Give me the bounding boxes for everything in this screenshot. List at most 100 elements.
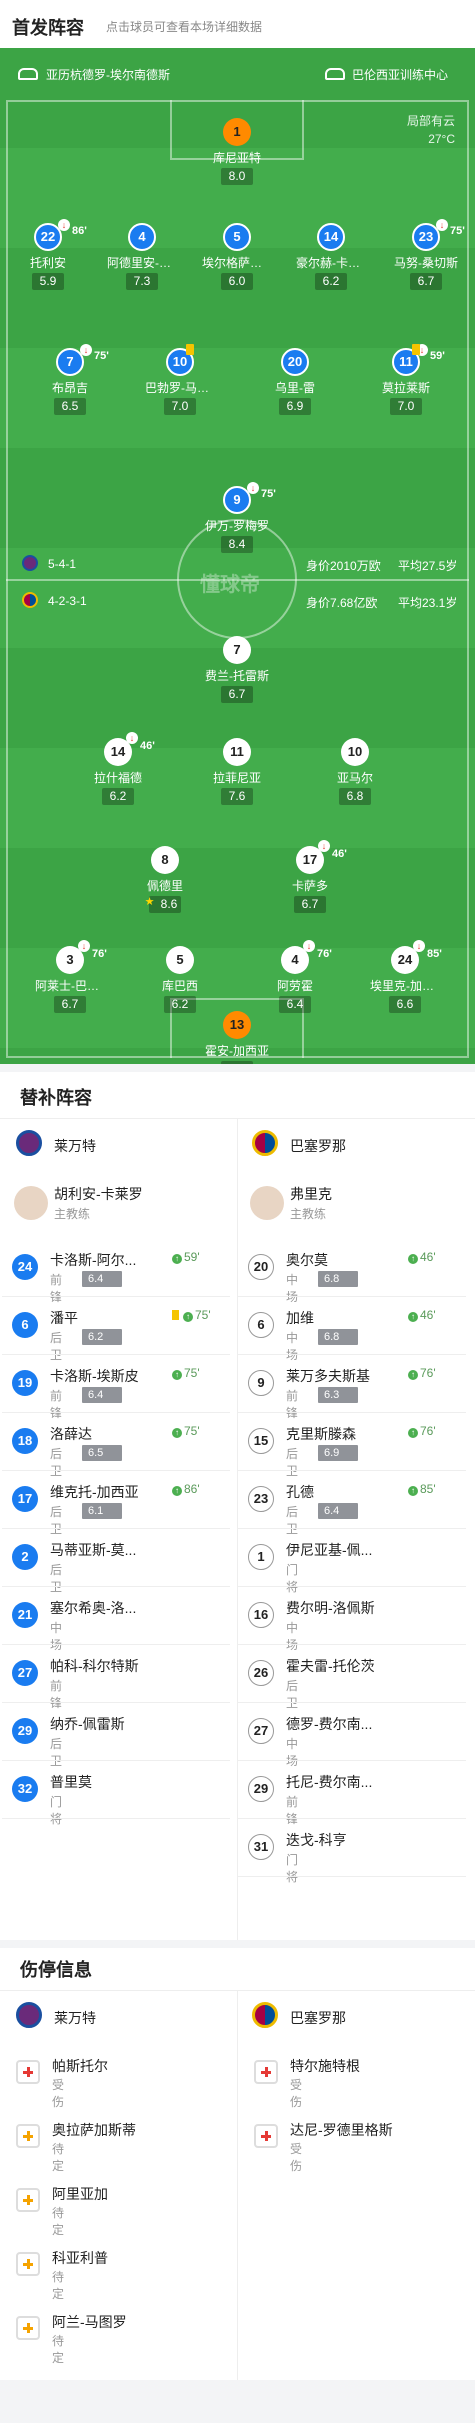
home-player[interactable]: 10 巴勃罗-马丁... 7.0	[145, 344, 215, 415]
row-divider	[238, 1702, 466, 1703]
away-coach-name[interactable]: 弗里克	[290, 1184, 332, 1204]
yellow-card-icon	[186, 344, 194, 355]
home-player[interactable]: 11 ↓ 59' 莫拉莱斯 7.0	[371, 344, 445, 415]
row-divider	[2, 1818, 230, 1819]
away-player[interactable]: 3 ↓ 76' 阿莱士-巴尔德 6.7	[35, 940, 107, 1013]
away-player[interactable]: 5 库巴西 6.2	[145, 946, 215, 1013]
player-number: 24 ↓ 85'	[391, 940, 442, 974]
player-rating: 7.1	[221, 1061, 253, 1064]
sub-on-minute: ↑ 75'	[172, 1366, 200, 1380]
sub-minute-text: 75'	[195, 1308, 211, 1322]
player-name: 阿劳霍	[276, 979, 313, 993]
home-player[interactable]: 9 ↓ 75' 伊万-罗梅罗 8.4	[202, 482, 276, 553]
player-rating: 6.7	[294, 896, 326, 913]
sub-on-icon: ↑	[408, 1486, 418, 1496]
injury-status: 待定	[52, 2206, 65, 2237]
medical-kit-icon	[16, 2060, 40, 2084]
player-rating: 6.2	[315, 273, 347, 290]
levante-badge-icon	[16, 2002, 42, 2028]
player-name: 费兰-托雷斯	[205, 669, 269, 683]
home-player[interactable]: 20 乌里-雷 6.9	[260, 348, 330, 415]
home-player[interactable]: 22 ↓ 86' 托利安 5.9	[13, 219, 87, 290]
home-player[interactable]: 14 豪尔赫-卡韦略 6.2	[296, 223, 366, 290]
medical-kit-icon	[16, 2316, 40, 2340]
row-divider	[238, 1296, 466, 1297]
home-coach-avatar[interactable]	[14, 1186, 48, 1220]
watermark: 懂球帝	[200, 574, 260, 596]
home-player[interactable]: 7 ↓ 75' 布昂吉 6.5	[35, 344, 109, 415]
player-rating: 6.8	[318, 1329, 358, 1345]
player-name: 克里斯滕森	[286, 1426, 356, 1442]
home-player[interactable]: 5 埃尔格萨巴尔 6.0	[202, 223, 272, 290]
row-divider	[2, 1702, 230, 1703]
player-number: 19	[12, 1370, 38, 1396]
away-player[interactable]: 7 费兰-托雷斯 6.7	[202, 636, 272, 703]
home-avg-age: 平均27.5岁	[398, 559, 458, 573]
player-name: 霍夫雷-托伦茨	[286, 1658, 375, 1674]
player-number: 21	[12, 1602, 38, 1628]
player-rating: 6.9	[318, 1445, 358, 1461]
player-number: 17	[12, 1486, 38, 1512]
row-divider	[238, 1354, 466, 1355]
pitch: 亚历杭德罗-埃尔南德斯 巴伦西亚训练中心 局部有云 27°C 懂球帝 5-4-1…	[0, 48, 475, 1064]
away-player[interactable]: 17 ↓ 46' 卡萨多 6.7	[275, 840, 347, 913]
medical-kit-icon	[16, 2188, 40, 2212]
away-player[interactable]: 4 ↓ 76' 阿劳霍 6.4	[260, 940, 332, 1013]
sub-minute-text: 46'	[420, 1250, 436, 1264]
row-divider	[238, 1644, 466, 1645]
column-divider	[237, 1990, 238, 2380]
player-position: 后卫	[50, 1737, 63, 1768]
player-name: 卡萨多	[291, 879, 328, 893]
player-name: 布昂吉	[51, 381, 88, 395]
injuries-section: 伤停信息 莱万特 巴塞罗那 帕斯托尔 受伤 奥拉萨加斯蒂 待定 阿里亚加 待定 科亚利普 待定…	[0, 1948, 475, 2423]
away-player[interactable]: 8 佩德里 8.6 ★	[130, 846, 200, 913]
player-rating: 8.0	[221, 168, 253, 185]
sub-minute-text: 59'	[184, 1250, 200, 1264]
player-number: 27	[12, 1660, 38, 1686]
home-player[interactable]: 23 ↓ 75' 马努-桑切斯 6.7	[391, 219, 465, 290]
column-divider	[237, 1118, 238, 1940]
away-squad-value: 身价7.68亿欧	[306, 596, 378, 610]
player-rating: 7.3	[126, 273, 158, 290]
player-number: 17 ↓ 46'	[296, 840, 347, 874]
home-coach-name[interactable]: 胡利安-卡莱罗	[54, 1184, 143, 1204]
sub-on-icon: ↑	[172, 1428, 182, 1438]
player-name: 阿里亚加	[52, 2186, 108, 2202]
player-position: 中场	[50, 1621, 63, 1652]
player-number: 32	[12, 1776, 38, 1802]
away-player[interactable]: 11 拉菲尼亚 7.6	[202, 738, 272, 805]
home-player[interactable]: 4 阿德里安-德... 7.3	[107, 223, 177, 290]
player-name: 阿兰-马图罗	[52, 2314, 127, 2330]
away-player[interactable]: 24 ↓ 85' 埃里克-加西亚 6.6	[370, 940, 442, 1013]
player-number: 4 ↓ 76'	[281, 940, 332, 974]
sub-minute: 75'	[261, 488, 276, 500]
player-position: 门将	[286, 1563, 299, 1594]
player-name: 伊尼亚基-佩...	[286, 1542, 373, 1558]
player-position: 后卫	[50, 1563, 63, 1594]
player-position: 门将	[50, 1795, 63, 1826]
away-player[interactable]: 10 亚马尔 6.8	[320, 738, 390, 805]
sub-minute: 46'	[332, 848, 347, 860]
player-number: 5	[166, 946, 194, 974]
footer-space	[0, 2380, 475, 2423]
player-name: 潘平	[50, 1310, 78, 1326]
player-name: 达尼-罗德里格斯	[290, 2122, 393, 2138]
sub-minute: 86'	[72, 225, 87, 237]
away-player[interactable]: 14 ↓ 46' 拉什福德 6.2	[83, 732, 155, 805]
player-rating: 7.0	[164, 398, 196, 415]
player-name: 伊万-罗梅罗	[205, 519, 269, 533]
player-number: 29	[12, 1718, 38, 1744]
home-team-name: 莱万特	[54, 2010, 96, 2026]
player-rating: 7.6	[221, 788, 253, 805]
sub-minute: 46'	[140, 740, 155, 752]
home-player[interactable]: 1 库尼亚特 8.0	[202, 118, 272, 185]
away-player[interactable]: 13 霍安-加西亚 7.1	[202, 1011, 272, 1064]
player-position: 中场	[286, 1331, 299, 1362]
player-rating: 6.5	[82, 1445, 122, 1461]
sub-on-minute: ↑ 46'	[408, 1308, 436, 1322]
sub-off-icon: ↓	[303, 940, 315, 952]
player-number: 11 ↓ 59'	[392, 344, 445, 376]
venue-icon	[325, 68, 345, 80]
away-coach-avatar[interactable]	[250, 1186, 284, 1220]
stadium-icon	[18, 68, 38, 80]
